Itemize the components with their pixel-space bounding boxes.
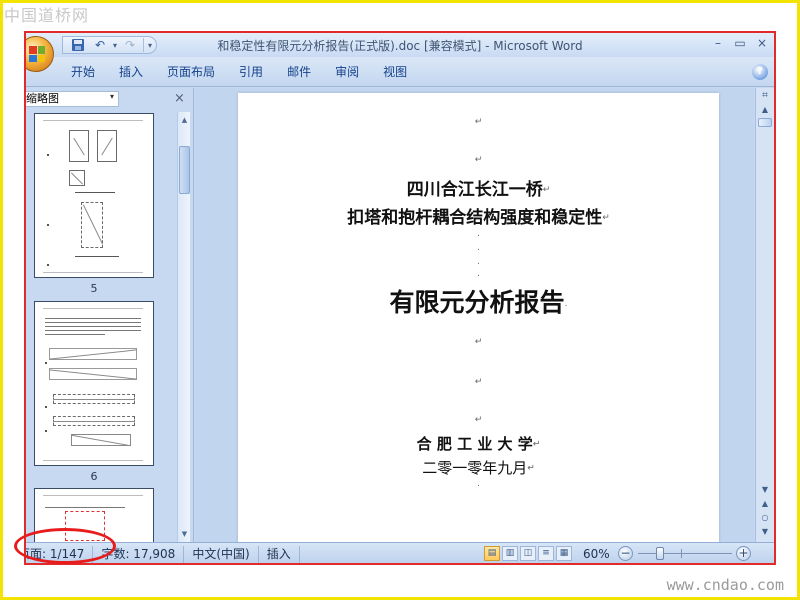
document-area: ↵ ↵ 四川合江长江一桥↵ 扣塔和抱杆耦合结构强度和稳定性↵ . . . . 有… — [195, 88, 754, 542]
view-ruler-icon[interactable]: ⌗ — [758, 89, 772, 103]
paragraph-mark: ↵ — [474, 337, 483, 347]
nav-scroll-thumb[interactable] — [179, 146, 190, 194]
paragraph-mark: ↵ — [542, 185, 551, 195]
vertical-scrollbar[interactable]: ⌗ ▲ ▼ ▲ ○ ▼ — [755, 88, 774, 542]
view-buttons: ▤ ▥ ◫ ≡ ▦ — [484, 546, 572, 561]
scroll-down-icon[interactable]: ▼ — [179, 528, 190, 540]
redo-button[interactable]: ↷ — [121, 37, 139, 53]
paragraph-mark: ↵ — [474, 117, 483, 127]
zoom-slider-track[interactable] — [638, 553, 732, 554]
scroll-thumb[interactable] — [758, 118, 772, 127]
help-icon[interactable]: ? — [752, 64, 768, 80]
web-layout-view-icon[interactable]: ◫ — [520, 546, 536, 561]
tab-page-layout[interactable]: 页面布局 — [155, 61, 227, 83]
select-browse-object-icon[interactable]: ○ — [758, 512, 772, 524]
main-title-text: 有限元分析报告 — [389, 288, 565, 317]
close-button[interactable]: × — [756, 36, 768, 50]
organization: 合 肥 工 业 大 学↵ — [238, 433, 719, 454]
title-line-1-text: 四川合江长江一桥 — [406, 180, 543, 200]
paragraph-mark: ↵ — [474, 377, 483, 387]
ribbon-tabs: 开始 插入 页面布局 引用 邮件 审阅 视图 ? — [26, 57, 774, 87]
insert-mode-indicator[interactable]: 插入 — [259, 545, 300, 563]
watermark-bottom: www.cndao.com — [666, 576, 784, 594]
chevron-down-icon[interactable]: ▾ — [110, 92, 114, 101]
draft-view-icon[interactable]: ▦ — [556, 546, 572, 561]
zoom-slider-midmark — [681, 549, 682, 558]
restore-button[interactable]: ▭ — [734, 36, 746, 50]
status-bar: 页面: 1/147 字数: 17,908 中文(中国) 插入 ▤ ▥ ◫ ≡ ▦… — [26, 542, 774, 563]
save-icon — [72, 39, 84, 51]
save-button[interactable] — [69, 37, 87, 53]
watermark-top: 中国道桥网 — [4, 6, 90, 25]
tab-home[interactable]: 开始 — [59, 61, 107, 83]
main-title: 有限元分析报告. — [238, 283, 719, 319]
thumbnail-label-6: 6 — [90, 470, 98, 483]
page-thumbnail-5[interactable] — [34, 113, 154, 278]
page-thumbnail-6[interactable] — [34, 301, 154, 466]
paragraph-mark: ↵ — [527, 463, 535, 474]
document-page[interactable]: ↵ ↵ 四川合江长江一桥↵ 扣塔和抱杆耦合结构强度和稳定性↵ . . . . 有… — [238, 93, 719, 542]
zoom-out-button[interactable]: − — [618, 546, 633, 561]
title-line-1: 四川合江长江一桥↵ — [238, 175, 719, 200]
undo-dropdown-icon[interactable]: ▾ — [113, 41, 117, 50]
undo-button[interactable]: ↶ — [91, 37, 109, 53]
nav-pane-header: 缩略图 ▾ × — [26, 88, 194, 110]
paragraph-mark: ↵ — [474, 155, 483, 165]
zoom-slider-thumb[interactable] — [656, 547, 664, 560]
minimize-button[interactable]: – — [712, 36, 724, 50]
nav-pane-close-button[interactable]: × — [174, 91, 185, 106]
quick-access-toolbar: ↶ ▾ ↷ ▾ — [62, 36, 158, 54]
report-date: 二零一零年九月↵ — [238, 457, 719, 478]
highlight-annotation-circle — [14, 528, 116, 564]
word-window: 和稳定性有限元分析报告(正式版).doc [兼容模式] - Microsoft … — [24, 31, 776, 565]
small-mark: . — [477, 243, 480, 253]
zoom-in-button[interactable]: + — [736, 546, 751, 561]
title-line-2: 扣塔和抱杆耦合结构强度和稳定性↵ — [238, 203, 719, 228]
small-mark: . — [477, 257, 480, 267]
outline-view-icon[interactable]: ≡ — [538, 546, 554, 561]
small-mark: . — [477, 479, 480, 489]
small-mark: . — [477, 269, 480, 279]
next-page-icon[interactable]: ▼ — [758, 526, 772, 538]
navigation-pane: 缩略图 ▾ × 5 6 ▲ ▼ — [26, 88, 194, 542]
full-screen-reading-view-icon[interactable]: ▥ — [502, 546, 518, 561]
paragraph-mark: . — [564, 299, 568, 309]
report-date-text: 二零一零年九月 — [422, 459, 528, 477]
print-layout-view-icon[interactable]: ▤ — [484, 546, 500, 561]
tab-insert[interactable]: 插入 — [107, 61, 155, 83]
nav-pane-scrollbar[interactable]: ▲ ▼ — [177, 112, 190, 542]
tab-references[interactable]: 引用 — [227, 61, 275, 83]
paragraph-mark: ↵ — [474, 415, 483, 425]
nav-view-select[interactable]: 缩略图 — [26, 91, 119, 107]
zoom-level[interactable]: 60% — [583, 546, 610, 563]
language-indicator[interactable]: 中文(中国) — [184, 545, 259, 563]
organization-text: 合 肥 工 业 大 学 — [416, 435, 533, 453]
small-mark: . — [477, 229, 480, 239]
tab-mailings[interactable]: 邮件 — [275, 61, 323, 83]
paragraph-mark: ↵ — [602, 213, 610, 223]
thumbnails-list: 5 6 — [26, 112, 176, 542]
office-logo-icon — [29, 46, 45, 62]
customize-qat-icon[interactable]: ▾ — [148, 41, 152, 50]
window-controls: – ▭ × — [712, 36, 768, 50]
qat-separator — [143, 38, 145, 52]
previous-page-icon[interactable]: ▲ — [758, 498, 772, 510]
tab-view[interactable]: 视图 — [371, 61, 419, 83]
paragraph-mark: ↵ — [532, 439, 541, 450]
scroll-up-icon[interactable]: ▲ — [179, 114, 190, 126]
scroll-down-icon[interactable]: ▼ — [758, 484, 772, 496]
scroll-up-icon[interactable]: ▲ — [758, 104, 772, 116]
title-line-2-text: 扣塔和抱杆耦合结构强度和稳定性 — [347, 208, 603, 228]
thumbnail-label-5: 5 — [90, 282, 98, 295]
tab-review[interactable]: 审阅 — [323, 61, 371, 83]
